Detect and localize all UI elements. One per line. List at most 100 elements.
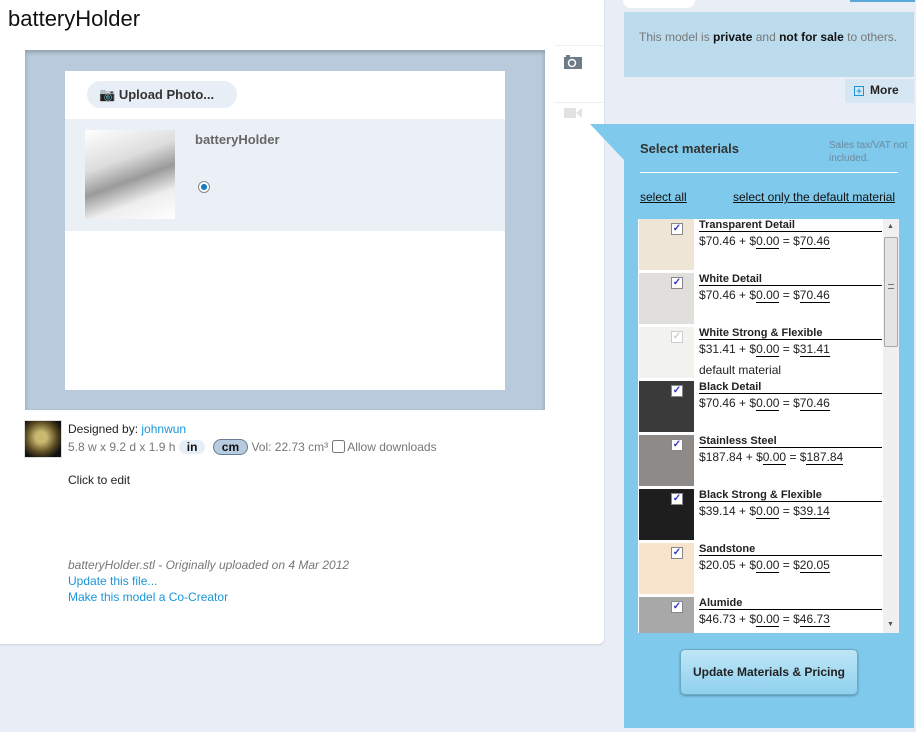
base-price: 46.73: [705, 612, 736, 626]
material-name-link[interactable]: White Strong & Flexible: [699, 328, 882, 340]
base-price: 39.14: [705, 504, 736, 518]
camera-icon: [564, 55, 582, 69]
material-name-link[interactable]: Transparent Detail: [699, 220, 882, 232]
material-swatch: ✓: [639, 327, 694, 378]
material-item: ✓ Black Detail $70.46 + $0.00 = $70.46: [639, 381, 883, 435]
material-checkbox[interactable]: ✓: [671, 385, 683, 397]
markup-price[interactable]: 0.00: [756, 288, 780, 303]
material-price: $46.73 + $0.00 = $46.73: [699, 612, 830, 627]
top-bar: [850, 0, 915, 2]
co-creator-link[interactable]: Make this model a Co-Creator: [68, 590, 228, 604]
material-checkbox[interactable]: ✓: [671, 331, 683, 343]
markup-price[interactable]: 0.00: [762, 450, 787, 465]
more-button[interactable]: + More: [845, 79, 914, 103]
material-swatch: ✓: [639, 381, 694, 432]
material-price: $31.41 + $0.00 = $31.41: [699, 342, 830, 357]
material-swatch: ✓: [639, 543, 694, 594]
total-price: 70.46: [799, 396, 830, 411]
privacy-info: This model is private and not for sale t…: [624, 12, 914, 77]
not-for-sale-label: not for sale: [779, 30, 844, 44]
dimensions: 5.8 w x 9.2 d x 1.9 h: [68, 440, 176, 454]
panel-pointer: [590, 124, 624, 160]
markup-price[interactable]: 0.00: [756, 504, 780, 519]
material-swatch: ✓: [639, 597, 694, 633]
material-item: ✓ Stainless Steel $187.84 + $0.00 = $187…: [639, 435, 883, 489]
total-price: 31.41: [799, 342, 830, 357]
material-swatch: ✓: [639, 273, 694, 324]
material-checkbox[interactable]: ✓: [671, 439, 683, 451]
select-default-link[interactable]: select only the default material: [733, 190, 895, 204]
material-checkbox[interactable]: ✓: [671, 601, 683, 613]
info-text: and: [752, 30, 780, 44]
material-name-link[interactable]: Black Detail: [699, 382, 882, 394]
photo-panel: 📷 Upload Photo... batteryHolder: [65, 71, 505, 390]
volume: Vol: 22.73 cm³: [251, 440, 329, 454]
base-price: 70.46: [705, 234, 736, 248]
total-price: 70.46: [799, 288, 830, 303]
select-all-link[interactable]: select all: [640, 190, 687, 204]
base-price: 20.05: [705, 558, 736, 572]
tax-note: Sales tax/VAT not included.: [829, 140, 908, 164]
material-name-link[interactable]: Sandstone: [699, 544, 882, 556]
video-icon: [564, 108, 582, 118]
scrollbar-thumb[interactable]: [884, 237, 898, 347]
allow-downloads-checkbox[interactable]: [331, 440, 345, 453]
model-viewer: 📷 Upload Photo... batteryHolder: [25, 50, 545, 410]
model-panel: batteryHolder 📷 Upload Photo... batteryH…: [0, 0, 604, 644]
upload-photo-button[interactable]: 📷 Upload Photo...: [87, 81, 237, 108]
unit-cm-toggle[interactable]: cm: [212, 439, 249, 455]
update-materials-button[interactable]: Update Materials & Pricing: [680, 649, 858, 695]
material-price: $70.46 + $0.00 = $70.46: [699, 234, 830, 249]
material-swatch: ✓: [639, 219, 694, 270]
markup-price[interactable]: 0.00: [756, 558, 780, 573]
material-checkbox[interactable]: ✓: [671, 547, 683, 559]
material-item: ✓ Alumide $46.73 + $0.00 = $46.73: [639, 597, 883, 633]
total-price: 46.73: [799, 612, 830, 627]
material-price: $70.46 + $0.00 = $70.46: [699, 396, 830, 411]
update-file-link[interactable]: Update this file...: [68, 574, 157, 588]
material-name-link[interactable]: White Detail: [699, 274, 882, 286]
material-item: ✓ Transparent Detail $70.46 + $0.00 = $7…: [639, 219, 883, 273]
material-checkbox[interactable]: ✓: [671, 277, 683, 289]
material-item: ✓ White Detail $70.46 + $0.00 = $70.46: [639, 273, 883, 327]
scroll-up-icon[interactable]: ▲: [887, 223, 894, 230]
info-text: This model is: [639, 30, 714, 44]
designer-link[interactable]: johnwun: [141, 422, 186, 436]
designed-by-label: Designed by:: [68, 422, 139, 436]
description-click-to-edit[interactable]: Click to edit: [68, 473, 130, 487]
file-info: batteryHolder.stl - Originally uploaded …: [68, 558, 350, 572]
materials-list: ✓ Transparent Detail $70.46 + $0.00 = $7…: [638, 219, 899, 633]
top-tab[interactable]: [623, 0, 695, 8]
material-name-link[interactable]: Black Strong & Flexible: [699, 490, 882, 502]
designed-by: Designed by: johnwun: [68, 422, 186, 436]
private-label: private: [713, 30, 753, 44]
material-checkbox[interactable]: ✓: [671, 223, 683, 235]
model-image-name: batteryHolder: [195, 132, 280, 147]
divider: [640, 172, 898, 173]
scrollbar[interactable]: ▲ ▼: [883, 219, 899, 633]
model-thumbnail[interactable]: [85, 130, 175, 219]
markup-price[interactable]: 0.00: [756, 612, 780, 627]
photos-tab[interactable]: [555, 45, 604, 102]
total-price: 187.84: [806, 450, 844, 465]
dimensions-row: 5.8 w x 9.2 d x 1.9 h in cm Vol: 22.73 c…: [68, 439, 437, 455]
material-price: $39.14 + $0.00 = $39.14: [699, 504, 830, 519]
markup-price[interactable]: 0.00: [756, 342, 780, 357]
designer-avatar[interactable]: [24, 420, 62, 458]
unit-in-toggle[interactable]: in: [178, 440, 206, 454]
total-price: 39.14: [799, 504, 830, 519]
primary-image-radio[interactable]: [198, 181, 210, 193]
markup-price[interactable]: 0.00: [756, 396, 780, 411]
base-price: 70.46: [705, 396, 736, 410]
page-title: batteryHolder: [8, 6, 141, 31]
upload-photo-label: Upload Photo...: [118, 87, 215, 102]
material-name-link[interactable]: Alumide: [699, 598, 882, 610]
material-swatch: ✓: [639, 489, 694, 540]
material-checkbox[interactable]: ✓: [671, 493, 683, 505]
scroll-down-icon[interactable]: ▼: [887, 621, 894, 628]
markup-price[interactable]: 0.00: [756, 234, 780, 249]
material-name-link[interactable]: Stainless Steel: [699, 436, 882, 448]
total-price: 70.46: [799, 234, 830, 249]
material-price: $70.46 + $0.00 = $70.46: [699, 288, 830, 303]
materials-title: Select materials: [640, 141, 740, 156]
